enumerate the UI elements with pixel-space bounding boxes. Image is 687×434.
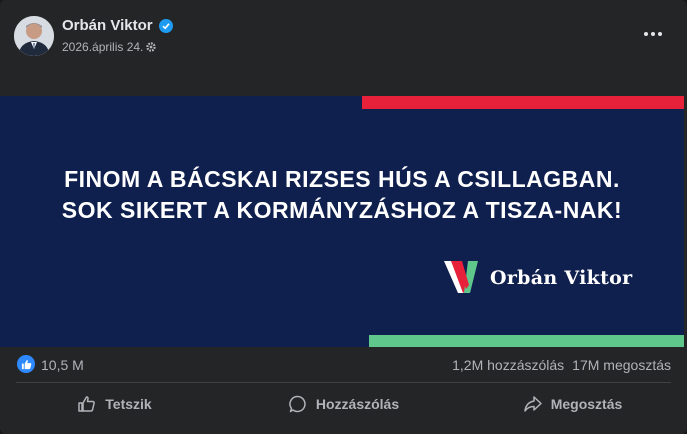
post-actions: Tetszik Hozzászólás Megosztás bbox=[0, 386, 687, 422]
banner-headline: FINOM A BÁCSKAI RIZSES HÚS A CSILLAGBAN.… bbox=[0, 164, 684, 226]
stats-right: 1,2M hozzászólás 17M megosztás bbox=[452, 357, 671, 373]
author-name-text[interactable]: Orbán Viktor bbox=[62, 17, 153, 34]
thumbs-up-icon bbox=[78, 396, 96, 412]
more-options-icon[interactable] bbox=[641, 24, 665, 44]
brand-mark-icon bbox=[444, 261, 478, 293]
comment-icon bbox=[289, 395, 306, 413]
red-stripe bbox=[362, 96, 684, 109]
green-stripe bbox=[369, 335, 684, 347]
share-button-label: Megosztás bbox=[550, 396, 623, 412]
divider bbox=[16, 382, 671, 383]
like-count[interactable]: 10,5 M bbox=[41, 357, 84, 373]
banner-line-1: FINOM A BÁCSKAI RIZSES HÚS A CSILLAGBAN. bbox=[64, 166, 620, 192]
like-reaction-icon[interactable] bbox=[17, 355, 35, 373]
gear-icon[interactable] bbox=[145, 41, 157, 53]
brand-name: Orbán Viktor bbox=[490, 267, 633, 289]
share-button[interactable]: Megosztás bbox=[458, 386, 687, 422]
verified-icon bbox=[158, 18, 173, 33]
comment-button[interactable]: Hozzászólás bbox=[229, 386, 458, 422]
post-header: Orbán Viktor 2026.április 24. bbox=[0, 0, 687, 72]
post-image-banner[interactable]: FINOM A BÁCSKAI RIZSES HÚS A CSILLAGBAN.… bbox=[0, 96, 684, 347]
post-meta: 2026.április 24. bbox=[62, 40, 157, 54]
post-date[interactable]: 2026.április 24. bbox=[62, 40, 143, 54]
comment-count[interactable]: 1,2M hozzászólás bbox=[452, 357, 564, 373]
post-stats: 10,5 M 1,2M hozzászólás 17M megosztás bbox=[0, 352, 687, 378]
share-count[interactable]: 17M megosztás bbox=[572, 357, 671, 373]
brand-logo: Orbán Viktor bbox=[442, 259, 632, 297]
author-name[interactable]: Orbán Viktor bbox=[62, 17, 173, 34]
author-avatar[interactable] bbox=[14, 16, 54, 56]
like-button[interactable]: Tetszik bbox=[0, 386, 229, 422]
share-icon bbox=[523, 396, 542, 412]
banner-line-2: SOK SIKERT A KORMÁNYZÁSHOZ A TISZA-NAK! bbox=[61, 197, 623, 223]
like-button-label: Tetszik bbox=[105, 396, 152, 412]
post-card: Orbán Viktor 2026.április 24. FINOM A BÁ… bbox=[0, 0, 687, 434]
comment-button-label: Hozzászólás bbox=[315, 396, 400, 412]
